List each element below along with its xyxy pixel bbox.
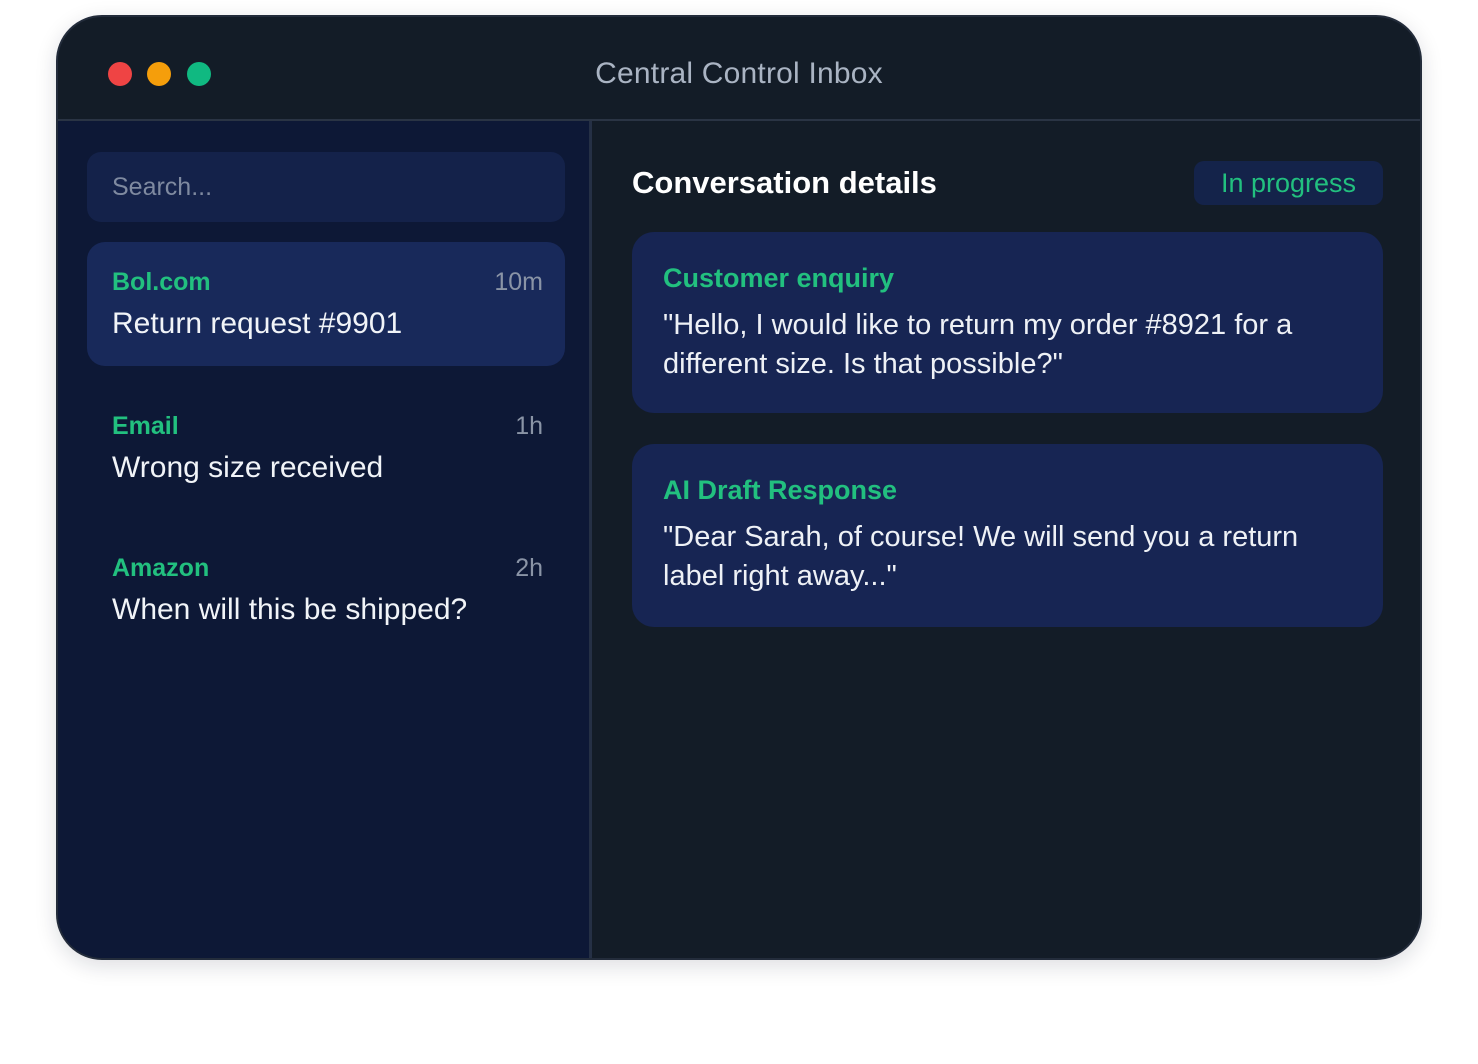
conversation-source: Bol.com [112, 268, 211, 296]
conversation-subject: Wrong size received [112, 451, 384, 484]
customer-enquiry-card: Customer enquiry "Hello, I would like to… [632, 232, 1383, 413]
conversation-source: Email [112, 412, 179, 440]
conversation-subject: Return request #9901 [112, 307, 403, 340]
conversation-source: Amazon [112, 554, 210, 582]
conversation-sidebar: Search... Bol.com 10m Return request #99… [58, 121, 592, 958]
ai-draft-response-card[interactable]: AI Draft Response "Dear Sarah, of course… [632, 444, 1383, 627]
conversation-item-bol[interactable]: Bol.com 10m Return request #9901 [87, 242, 565, 366]
conversation-time: 10m [494, 268, 543, 296]
page-title: Conversation details [632, 165, 937, 200]
card-body: "Hello, I would like to return my order … [663, 309, 1293, 380]
conversation-item-email[interactable]: Email 1h Wrong size received [87, 386, 565, 510]
card-title: AI Draft Response [663, 475, 898, 505]
search-input[interactable]: Search... [87, 152, 565, 222]
app-window: Central Control Inbox Search... Bol.com … [56, 15, 1422, 960]
status-badge: In progress [1194, 161, 1383, 205]
title-bar: Central Control Inbox [58, 17, 1420, 121]
conversation-time: 2h [515, 554, 543, 582]
card-body: "Dear Sarah, of course! We will send you… [663, 521, 1299, 592]
card-title: Customer enquiry [663, 263, 895, 293]
conversation-detail-pane: Conversation details In progress Custome… [592, 121, 1420, 958]
conversation-subject: When will this be shipped? [112, 593, 468, 626]
window-title: Central Control Inbox [595, 57, 883, 90]
conversation-item-amazon[interactable]: Amazon 2h When will this be shipped? [87, 528, 565, 652]
conversation-time: 1h [515, 412, 543, 440]
